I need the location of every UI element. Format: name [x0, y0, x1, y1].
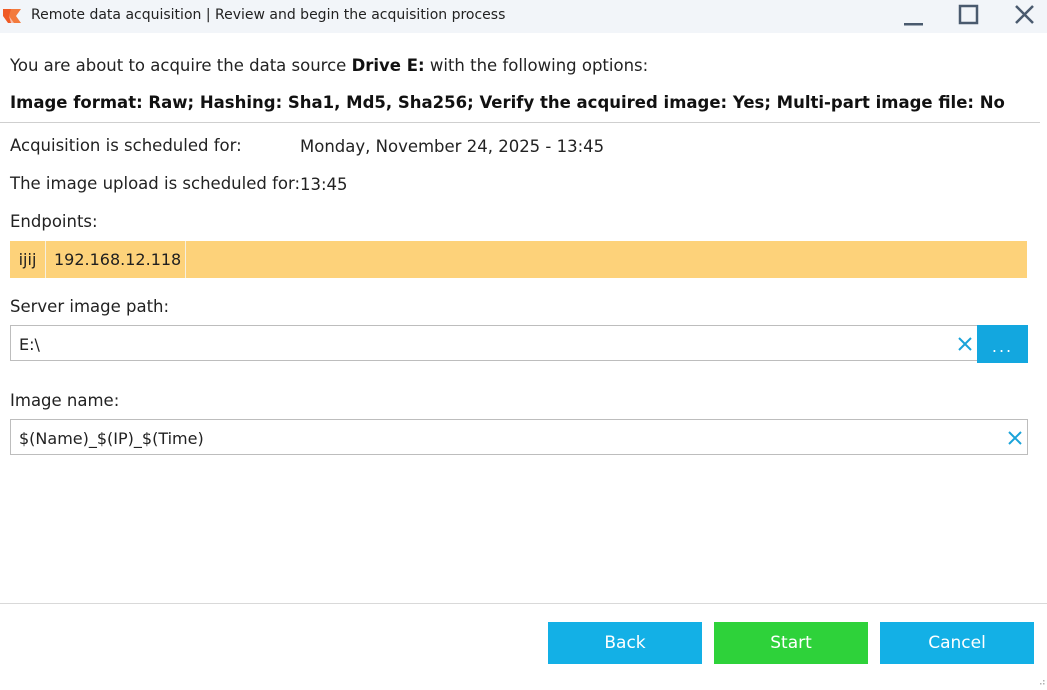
start-button[interactable]: Start	[714, 622, 868, 664]
clear-x-icon[interactable]	[956, 335, 974, 353]
intro-suffix: with the following options:	[424, 56, 649, 75]
title-bar: Remote data acquisition | Review and beg…	[0, 0, 1047, 33]
acquisition-intro: You are about to acquire the data source…	[10, 56, 648, 75]
cancel-button[interactable]: Cancel	[880, 622, 1034, 664]
upload-schedule-value: 13:45	[300, 175, 348, 194]
divider	[0, 122, 1040, 123]
back-button[interactable]: Back	[548, 622, 702, 664]
image-name-input[interactable]	[19, 427, 919, 449]
close-icon	[1011, 3, 1039, 29]
endpoint-row[interactable]: ijij 192.168.12.118	[10, 241, 1027, 278]
image-name-label: Image name:	[10, 391, 120, 410]
window-title: Remote data acquisition | Review and beg…	[31, 7, 506, 23]
browse-button[interactable]: ...	[977, 325, 1028, 363]
endpoints-label: Endpoints:	[10, 212, 98, 231]
acquisition-schedule-value: Monday, November 24, 2025 - 13:45	[300, 137, 605, 156]
acquisition-schedule-label: Acquisition is scheduled for:	[10, 136, 242, 155]
minimize-icon	[900, 3, 928, 29]
upload-schedule-label: The image upload is scheduled for:	[10, 174, 301, 193]
maximize-icon	[955, 3, 983, 29]
server-image-path-input[interactable]	[19, 333, 919, 355]
app-logo-icon	[2, 6, 22, 26]
close-button[interactable]	[1011, 3, 1039, 29]
endpoint-ip: 192.168.12.118	[46, 241, 186, 278]
endpoint-name: ijij	[10, 241, 46, 278]
clear-x-icon[interactable]	[1006, 429, 1024, 447]
image-name-field	[10, 419, 1028, 455]
server-image-path-label: Server image path:	[10, 297, 170, 316]
data-source-name: Drive E:	[351, 56, 425, 75]
footer-divider	[0, 603, 1047, 604]
intro-prefix: You are about to acquire the data source	[10, 56, 352, 75]
minimize-button[interactable]	[900, 3, 928, 29]
acquisition-options: Image format: Raw; Hashing: Sha1, Md5, S…	[10, 93, 1005, 112]
maximize-button[interactable]	[955, 3, 983, 29]
resize-grip-icon[interactable]	[1036, 671, 1046, 685]
server-image-path-field	[10, 325, 978, 361]
